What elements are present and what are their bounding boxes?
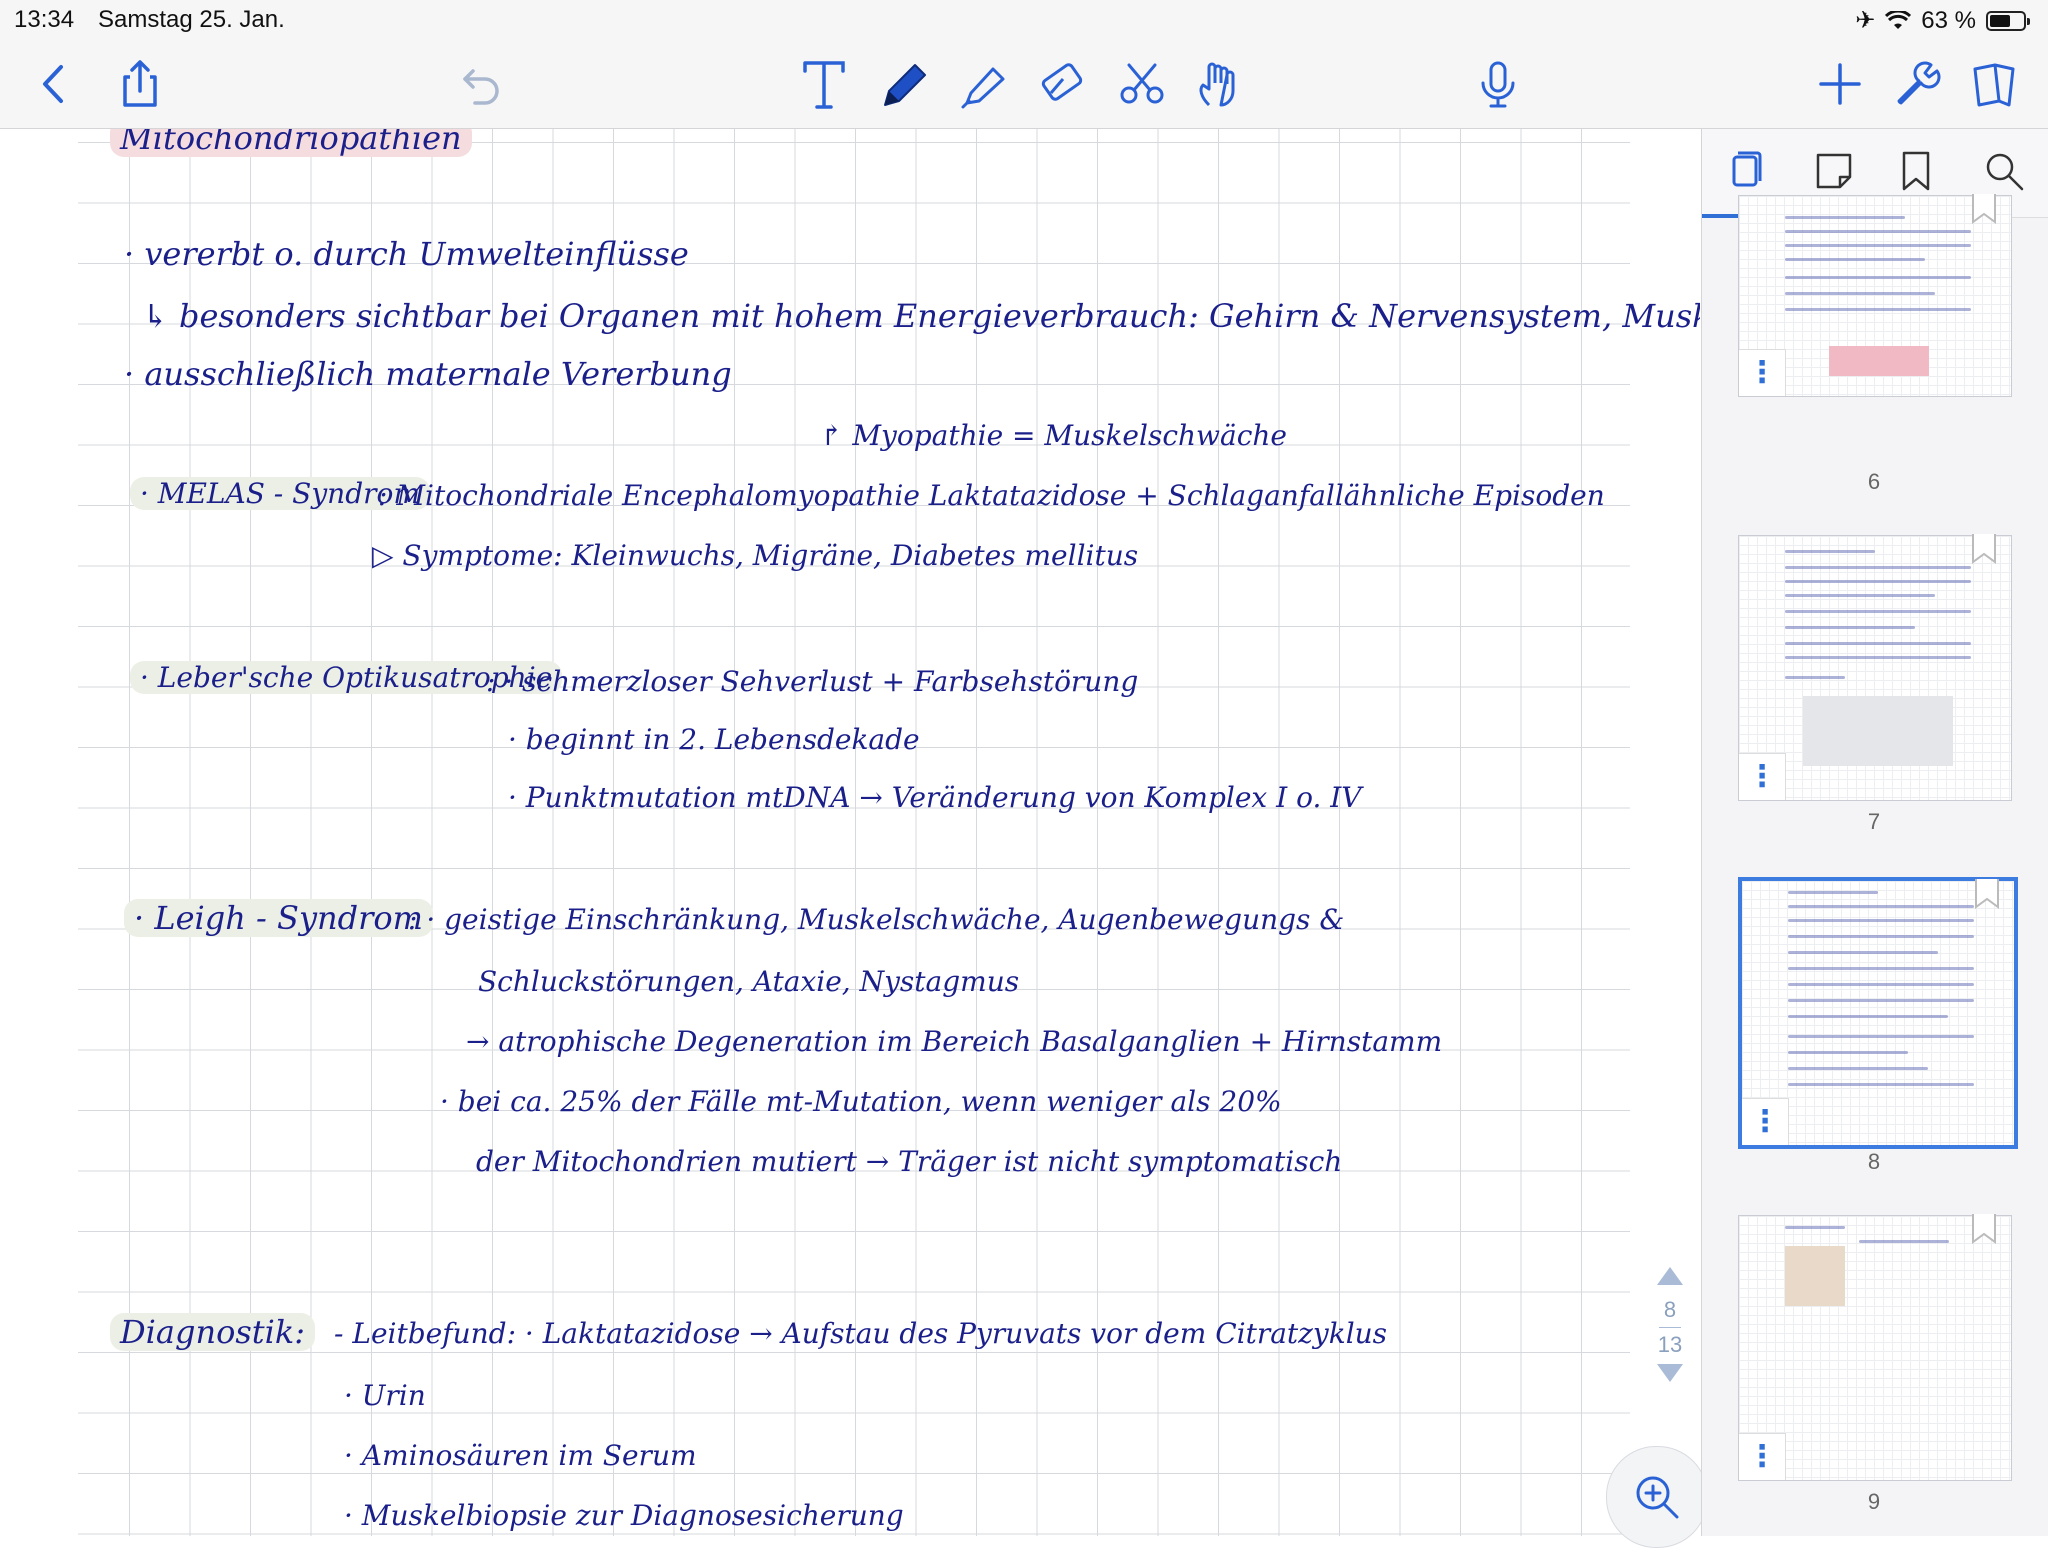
note-line: · vererbt o. durch Umwelteinflüsse [124,235,689,273]
pages-tab-icon[interactable] [1724,149,1772,197]
airplane-icon: ✈ [1855,7,1876,34]
note-heading-diagnostik: Diagnostik: [110,1313,316,1351]
wifi-icon [1885,10,1912,29]
thumbnail-menu-button[interactable]: ⋮ [1739,1433,1786,1480]
bookmark-icon[interactable] [1974,879,2000,909]
page-thumbnail-7[interactable]: ⋮ [1738,534,2012,801]
microphone-icon[interactable] [1466,52,1530,116]
thumbnail-figure [1803,696,1953,766]
thumbnail-menu-button[interactable]: ⋮ [1742,1098,1789,1145]
toolbar [0,40,2048,129]
outline-tab-icon[interactable] [1812,149,1860,197]
note-line: · ausschließlich maternale Vererbung [124,355,732,393]
note-canvas[interactable]: Mitochondriopathien · vererbt o. durch U… [0,129,1700,1536]
page-thumbnail-9[interactable]: ⋮ [1738,1214,2012,1481]
add-icon[interactable] [1808,52,1872,116]
thumbnail-figure [1829,346,1929,376]
note-line: : · schmerzloser Sehverlust + Farbsehstö… [486,665,1139,698]
thumbnail-menu-button[interactable]: ⋮ [1739,753,1786,800]
pen-tool-icon[interactable] [872,52,936,116]
status-right: ✈ 63 % [1855,6,2030,35]
note-line: Schluckstörungen, Ataxie, Nystagmus [478,965,1020,998]
bookmark-icon[interactable] [1971,194,1997,224]
note-line: ▷ Symptome: Kleinwuchs, Migräne, Diabete… [372,539,1139,572]
page-down-icon[interactable] [1655,1362,1685,1384]
note-line: : Mitochondriale Encephalomyopathie Lakt… [378,479,1605,512]
note-line: → atrophische Degeneration im Bereich Ba… [466,1025,1443,1058]
share-icon[interactable] [108,52,172,116]
note-line: - Leitbefund: · Laktatazidose → Aufstau … [334,1317,1388,1350]
scissors-tool-icon[interactable] [1110,52,1174,116]
page-navigator: 8 13 [1650,1265,1690,1405]
note-line: · Urin [344,1379,426,1412]
thumbnail-page-number: 8 [1867,1149,1881,1174]
note-heading-leigh: · Leigh - Syndrom [124,899,434,937]
note-line: : · geistige Einschränkung, Muskelschwäc… [408,903,1345,936]
battery-percent: 63 % [1921,6,1976,34]
note-line: · bei ca. 25% der Fälle mt-Mutation, wen… [440,1085,1282,1118]
page-margin-left [0,129,78,1536]
thumbnail-page-number: 6 [1867,469,1881,494]
page-thumbnail-6[interactable]: ⋮ [1738,194,2012,397]
current-page-number: 8 [1663,1297,1677,1322]
bookmark-icon[interactable] [1971,1214,1997,1244]
pages-icon[interactable] [1962,52,2026,116]
thumbnail-menu-button[interactable]: ⋮ [1739,349,1786,396]
zoom-in-icon [1636,1476,1679,1519]
page-thumbnail-8[interactable]: ⋮ [1738,877,2018,1149]
bookmark-icon[interactable] [1971,534,1997,564]
text-tool-icon[interactable] [792,52,856,116]
total-page-number: 13 [1657,1332,1683,1357]
note-line: · Muskelbiopsie zur Diagnosesicherung [344,1499,904,1532]
thumbnail-figure [1785,1246,1845,1306]
settings-wrench-icon[interactable] [1884,52,1948,116]
note-line: ↱ Myopathie = Muskelschwäche [820,419,1287,452]
hand-tool-icon[interactable] [1186,52,1250,116]
highlighter-tool-icon[interactable] [952,52,1016,116]
note-line: ↳ besonders sichtbar bei Organen mit hoh… [142,297,1700,335]
bookmark-tab-icon[interactable] [1894,149,1942,197]
status-date: Samstag 25. Jan. [98,6,285,33]
back-icon[interactable] [22,52,86,116]
page-sidebar: ⋮ 6 ⋮ 7 ⋮ 8 ⋮ 9 [1701,129,2048,1536]
note-line: der Mitochondrien mutiert → Träger ist n… [476,1145,1343,1178]
status-time: 13:34 [14,6,75,33]
undo-icon[interactable] [450,52,514,116]
note-line: · Aminosäuren im Serum [344,1439,697,1472]
status-bar: 13:34 Samstag 25. Jan. ✈ 63 % [0,0,2048,40]
note-title: Mitochondriopathien [110,129,472,157]
zoom-button[interactable] [1606,1446,1708,1548]
note-line: · beginnt in 2. Lebensdekade [508,723,920,756]
thumbnail-page-number: 9 [1867,1489,1881,1514]
battery-icon [1986,10,2030,31]
thumbnail-page-number: 7 [1867,809,1881,834]
page-up-icon[interactable] [1655,1265,1685,1287]
page-divider [1659,1327,1681,1328]
search-tab-icon[interactable] [1982,149,2030,197]
note-line: · Punktmutation mtDNA → Veränderung von … [508,781,1362,814]
eraser-tool-icon[interactable] [1030,52,1094,116]
